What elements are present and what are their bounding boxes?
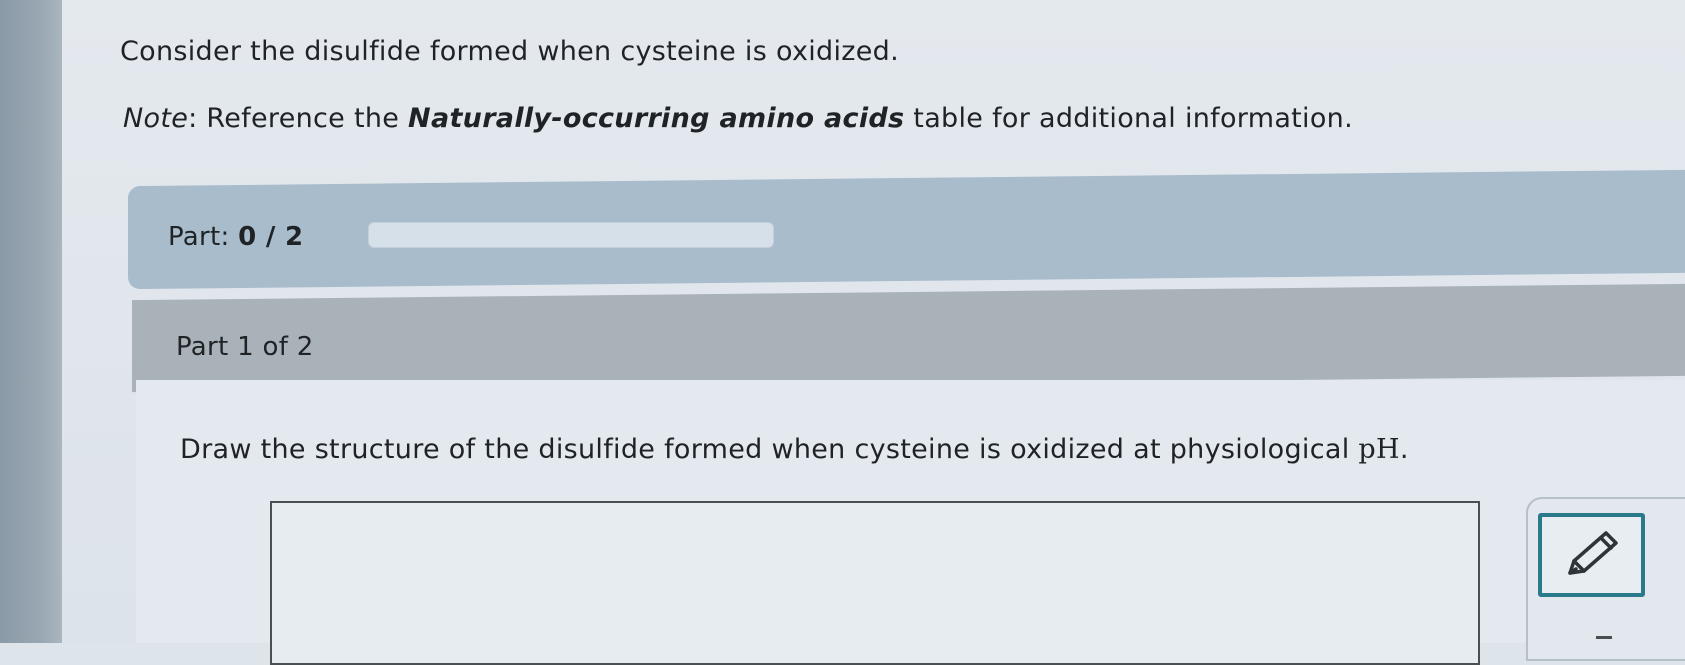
instruction-end: . (1399, 434, 1409, 465)
instruction-main: Draw the structure of the disulfide form… (180, 434, 1359, 465)
note-separator: : (188, 103, 207, 134)
instruction-text: Draw the structure of the disulfide form… (180, 434, 1409, 465)
progress-label: Part: 0 / 2 (168, 222, 303, 252)
part-header-band (132, 283, 1685, 393)
note-suffix: table for additional information. (904, 103, 1353, 134)
progress-bar (368, 222, 774, 248)
amino-acids-table-link[interactable]: Naturally-occurring amino acids (408, 103, 904, 134)
question-text: Consider the disulfide formed when cyste… (120, 36, 899, 67)
pencil-icon (1556, 525, 1628, 585)
tool-divider-mark (1596, 636, 1612, 639)
draw-structure-button[interactable] (1538, 513, 1645, 597)
left-margin-strip (0, 0, 62, 643)
note-label: Note (123, 103, 189, 134)
note-prefix: Reference the (206, 103, 409, 134)
progress-band (128, 169, 1685, 290)
progress-label-text: Part: (168, 222, 239, 252)
instruction-ph: pH (1358, 434, 1400, 465)
drawing-canvas[interactable] (270, 501, 1480, 665)
note-text: Note: Reference the Naturally-occurring … (123, 103, 1353, 134)
part-header-label: Part 1 of 2 (176, 332, 314, 362)
progress-value: 0 / 2 (238, 222, 304, 252)
